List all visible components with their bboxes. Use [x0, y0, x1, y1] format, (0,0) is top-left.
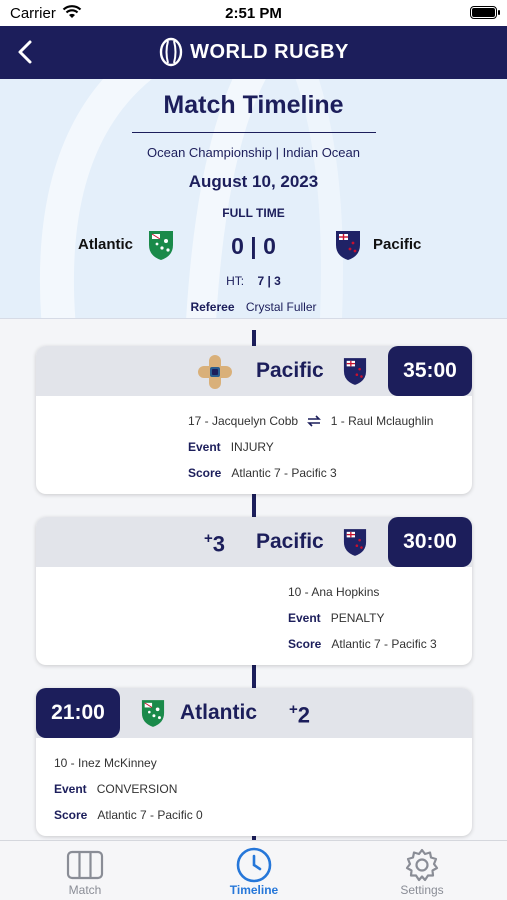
competition-name: Ocean Championship [147, 145, 273, 160]
event-label: Event [188, 440, 221, 454]
event-clock-badge: 21:00 [36, 688, 120, 738]
battery-icon [470, 6, 500, 19]
page-title: Match Timeline [163, 91, 344, 119]
ht-label: HT: [226, 274, 245, 288]
timeline-event-card: +3 Pacific 30:00 10 - Ana Hopkins Event P… [36, 517, 472, 665]
title-divider [132, 132, 376, 133]
referee-line: Referee Crystal Fuller [0, 300, 507, 314]
separator: | [275, 145, 283, 160]
event-details: 10 - Ana Hopkins Event PENALTY Score Atlan… [288, 579, 437, 657]
points-scored: +3 [204, 530, 225, 557]
points-sign: + [289, 701, 298, 718]
competition-line: Ocean Championship | Indian Ocean [0, 145, 507, 160]
pacific-shield-icon [343, 529, 367, 556]
event-type-row: Event PENALTY [288, 605, 437, 631]
points-sign: + [204, 530, 213, 547]
tab-label: Match [68, 883, 102, 897]
timeline-event-card: 21:00 Atlantic +2 10 - Inez McKinney Eve… [36, 688, 472, 836]
event-type: INJURY [230, 440, 274, 454]
player-swap-row: 17 - Jacquelyn Cobb 1 - Raul Mclaughlin [188, 408, 433, 434]
referee-label: Referee [190, 300, 235, 314]
substitution-arrows-icon [307, 415, 322, 427]
score-label: Score [188, 466, 222, 480]
event-header: +3 Pacific 30:00 [36, 517, 472, 567]
ht-value: 7 | 3 [257, 274, 281, 288]
clock-icon [236, 847, 272, 883]
pacific-shield-icon [343, 358, 367, 385]
score-label: Score [54, 808, 88, 822]
brand-name: WORLD RUGBY [190, 40, 349, 63]
nav-bar: WORLD RUGBY [0, 26, 507, 79]
match-header: Match Timeline Ocean Championship | Indi… [0, 79, 507, 319]
tab-timeline[interactable]: Timeline [204, 847, 304, 897]
event-score-row: Score Atlantic 7 - Pacific 3 [188, 460, 433, 486]
pacific-shield-icon [336, 231, 360, 260]
event-clock-badge: 30:00 [388, 517, 472, 567]
event-type: CONVERSION [96, 782, 178, 796]
venue-name: Indian Ocean [282, 145, 360, 160]
player-row: 10 - Ana Hopkins [288, 579, 437, 605]
event-team-name: Atlantic [180, 701, 258, 724]
gear-icon [405, 848, 439, 882]
points-scored: +2 [289, 701, 310, 728]
event-header: Pacific 35:00 [36, 346, 472, 396]
tab-label: Settings [400, 883, 444, 897]
tab-bar: Match Timeline Settings [0, 840, 507, 900]
points-value: 2 [297, 702, 311, 728]
timeline-event-card: Pacific 35:00 17 - Jacquelyn Cobb 1 - Ra… [36, 346, 472, 494]
player-row: 10 - Inez McKinney [54, 750, 203, 776]
status-bar: Carrier 2:51 PM [0, 0, 507, 26]
event-score: Atlantic 7 - Pacific 0 [97, 808, 203, 822]
bandage-icon [198, 355, 232, 389]
rugby-ball-logo-icon [159, 37, 183, 67]
player-on: 1 - Raul Mclaughlin [330, 414, 434, 428]
event-score-row: Score Atlantic 7 - Pacific 3 [288, 631, 437, 657]
event-type: PENALTY [330, 611, 385, 625]
event-score-row: Score Atlantic 7 - Pacific 0 [54, 802, 203, 828]
event-details: 10 - Inez McKinney Event CONVERSION Score… [54, 750, 203, 828]
away-team-name: Pacific [373, 236, 422, 253]
atlantic-shield-icon [141, 700, 165, 727]
player-name: 10 - Ana Hopkins [288, 585, 380, 599]
tab-settings[interactable]: Settings [372, 847, 472, 897]
event-label: Event [54, 782, 87, 796]
event-clock-badge: 35:00 [388, 346, 472, 396]
player-off: 17 - Jacquelyn Cobb [188, 414, 299, 428]
clock-time: 2:51 PM [225, 5, 282, 22]
tab-label: Timeline [229, 883, 279, 897]
half-time-score: HT: 7 | 3 [0, 274, 507, 288]
match-status: FULL TIME [222, 206, 285, 220]
points-value: 3 [212, 531, 226, 557]
player-name: 10 - Inez McKinney [54, 756, 157, 770]
event-team-name: Pacific [256, 530, 324, 553]
event-team-name: Pacific [256, 359, 324, 382]
event-score: Atlantic 7 - Pacific 3 [331, 637, 437, 651]
event-score: Atlantic 7 - Pacific 3 [231, 466, 337, 480]
referee-name: Crystal Fuller [245, 300, 317, 314]
event-label: Event [288, 611, 321, 625]
tab-match[interactable]: Match [35, 847, 135, 897]
final-score: 0 | 0 [231, 233, 276, 259]
pitch-icon [66, 850, 104, 880]
brand-logo: WORLD RUGBY [0, 37, 507, 67]
match-date: August 10, 2023 [188, 172, 319, 191]
event-header: 21:00 Atlantic +2 [36, 688, 472, 738]
event-details: 17 - Jacquelyn Cobb 1 - Raul Mclaughlin … [188, 408, 433, 486]
event-type-row: Event INJURY [188, 434, 433, 460]
score-label: Score [288, 637, 322, 651]
event-type-row: Event CONVERSION [54, 776, 203, 802]
